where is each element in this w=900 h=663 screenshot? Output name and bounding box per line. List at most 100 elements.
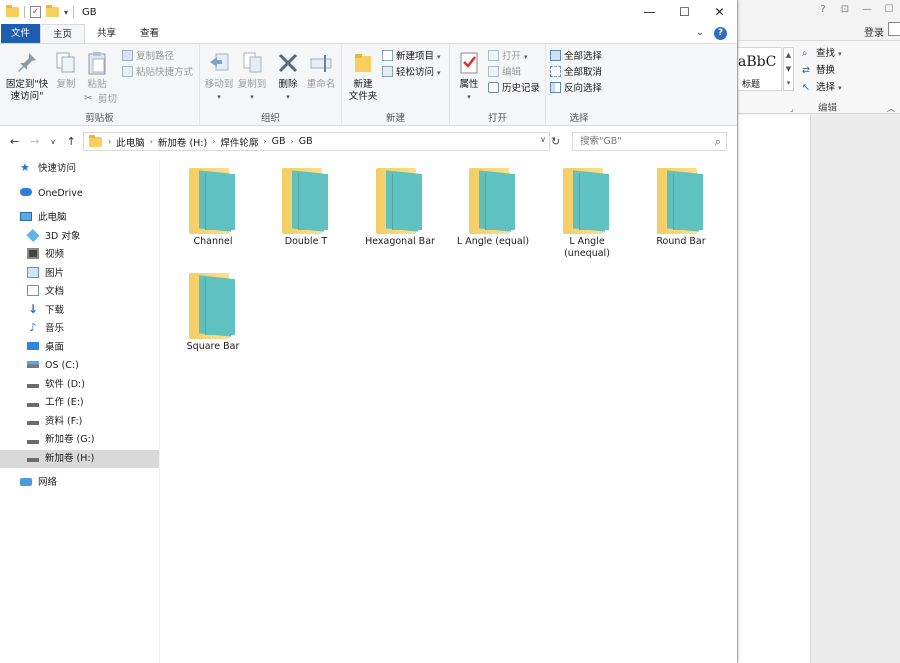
properties-quick-icon[interactable]: ✓ [30,6,41,18]
nav-item-3d-objects[interactable]: 3D 对象 [0,228,159,247]
chevron-right-icon[interactable]: › [108,137,111,146]
refresh-icon[interactable]: ↻ [551,135,560,148]
ribbon-tab-controls: ⌄ ? [696,27,727,40]
expand-ribbon-icon[interactable]: ⌄ [696,27,704,40]
chevron-right-icon[interactable]: › [150,137,153,146]
share-icon[interactable] [888,22,900,36]
copy-button[interactable]: 复制 [52,50,80,91]
minimize-button[interactable]: — [632,0,667,24]
breadcrumb-weldment-profiles[interactable]: 焊件轮廓 [220,135,258,149]
ribbon-display-icon[interactable]: ⊡ [834,4,856,15]
paste-button[interactable]: 粘贴 [82,50,112,91]
folder-item-square-bar[interactable]: Square Bar [168,265,258,353]
chevron-right-icon[interactable]: › [291,137,294,146]
copy-path-button[interactable]: 复制路径 [122,49,174,65]
nav-item-desktop[interactable]: 桌面 [0,339,159,358]
folder-item-round-bar[interactable]: Round Bar [636,160,726,248]
nav-item-onedrive[interactable]: OneDrive [0,185,159,204]
cut-button[interactable]: ✂ 剪切 [84,92,117,108]
nav-item-network[interactable]: 网络 [0,474,159,493]
folder-item-channel[interactable]: Channel [168,160,258,248]
invert-selection-button[interactable]: 反向选择 [550,81,602,97]
nav-item-documents[interactable]: 文档 [0,283,159,302]
rename-button[interactable]: 重命名 [304,50,338,91]
new-folder-button[interactable]: 新建 文件夹 [346,50,380,103]
style-gallery-item[interactable]: aBbC 标题 [738,47,782,91]
toolbar-divider [24,6,25,18]
new-folder-quick-icon[interactable] [46,5,59,17]
nav-item-drive-h[interactable]: 新加卷 (H:) [0,449,159,468]
computer-icon [20,212,32,221]
nav-item-quick-access[interactable]: ★ 快速访问 [0,160,159,179]
clipboard-group-label: 剪贴板 [85,113,114,124]
edit-button[interactable]: 编辑 [488,65,521,81]
easy-access-button[interactable]: 轻松访问 ▾ [382,65,441,81]
back-arrow-icon[interactable]: ← [10,135,19,149]
folder-item-l-angle-unequal[interactable]: L Angle (unequal) [542,160,632,260]
tab-home[interactable]: 主页 [40,24,86,43]
search-input[interactable]: 搜索"GB" ⌕ [572,132,727,151]
login-link[interactable]: 登录 [864,24,884,39]
select-all-button[interactable]: 全部选择 [550,49,602,65]
styles-dialog-launcher-icon[interactable]: ⌟ [790,104,794,113]
nav-item-music[interactable]: ♪ 音乐 [0,320,159,339]
window-controls: — ☐ ✕ [632,0,737,24]
nav-item-drive-c[interactable]: OS (C:) [0,357,159,376]
tab-share[interactable]: 共享 [85,24,128,43]
close-button[interactable]: ✕ [702,0,737,24]
nav-item-downloads[interactable]: ↓ 下载 [0,302,159,321]
nav-item-drive-g[interactable]: 新加卷 (G:) [0,431,159,450]
tab-view[interactable]: 查看 [128,24,171,43]
address-history-dropdown-icon[interactable]: ∨ [540,135,546,144]
breadcrumb-this-pc[interactable]: 此电脑 [116,135,145,149]
document-page[interactable] [738,115,811,663]
window-title: GB [82,6,97,18]
maximize-button[interactable]: ☐ [667,0,702,24]
find-button[interactable]: ⌕ 查找 ▾ [802,45,842,62]
nav-item-pictures[interactable]: 图片 [0,265,159,284]
select-none-icon [550,66,561,77]
history-button[interactable]: 历史记录 [488,81,540,97]
chevron-right-icon[interactable]: › [263,137,266,146]
paste-shortcut-button[interactable]: 粘贴快捷方式 [122,65,193,81]
collapse-ribbon-icon[interactable]: ︿ [887,103,895,114]
nav-item-drive-d[interactable]: 软件 (D:) [0,376,159,395]
tab-file[interactable]: 文件 [1,24,41,43]
minimize-icon[interactable]: — [856,4,878,15]
nav-item-drive-e[interactable]: 工作 (E:) [0,394,159,413]
folder-item-double-t[interactable]: Double T [261,160,351,248]
replace-button[interactable]: ⇄ 替换 [802,62,842,79]
pin-quick-access-button[interactable]: 固定到"快 速访问" [4,50,50,103]
forward-arrow-icon[interactable]: → [30,135,39,149]
open-button[interactable]: 打开 ▾ [488,49,528,65]
move-to-button[interactable]: 移动到 ▾ [204,50,234,103]
new-folder-icon [351,50,375,76]
customize-toolbar-icon[interactable]: ▾ [64,8,68,17]
folder-item-l-angle-equal[interactable]: L Angle (equal) [448,160,538,248]
nav-item-drive-f[interactable]: 资料 (F:) [0,413,159,432]
address-bar[interactable]: › 此电脑 › 新加卷 (H:) › 焊件轮廓 › GB › GB ∨ [83,132,550,151]
up-arrow-icon[interactable]: ↑ [67,135,76,149]
copy-to-button[interactable]: 复制到 ▾ [236,50,268,103]
file-list: Channel Double T Hexagonal Bar L Angle (… [161,160,737,663]
star-icon: ★ [20,161,30,174]
select-button[interactable]: ↖ 选择 ▾ [802,79,842,96]
nav-item-this-pc[interactable]: 此电脑 [0,209,159,228]
select-none-button[interactable]: 全部取消 [550,65,602,81]
help-icon[interactable]: ? [714,27,727,40]
folder-item-hexagonal-bar[interactable]: Hexagonal Bar [355,160,445,248]
help-icon[interactable]: ? [812,4,834,15]
nav-item-videos[interactable]: 视频 [0,246,159,265]
breadcrumb-gb-parent[interactable]: GB [272,136,286,147]
properties-button[interactable]: 属性 ▾ [454,50,484,103]
style-gallery-scroller[interactable]: ▲ ▼ ▾ [783,47,794,91]
breadcrumb-gb-current[interactable]: GB [299,136,313,147]
folder-icon [282,168,330,234]
document-icon [27,285,39,296]
delete-button[interactable]: 删除 ▾ [276,50,300,103]
maximize-icon[interactable]: ☐ [878,4,900,15]
recent-locations-icon[interactable]: ∨ [50,135,55,149]
chevron-right-icon[interactable]: › [212,137,215,146]
new-item-button[interactable]: 新建项目 ▾ [382,49,441,65]
breadcrumb-drive-h[interactable]: 新加卷 (H:) [158,135,207,149]
